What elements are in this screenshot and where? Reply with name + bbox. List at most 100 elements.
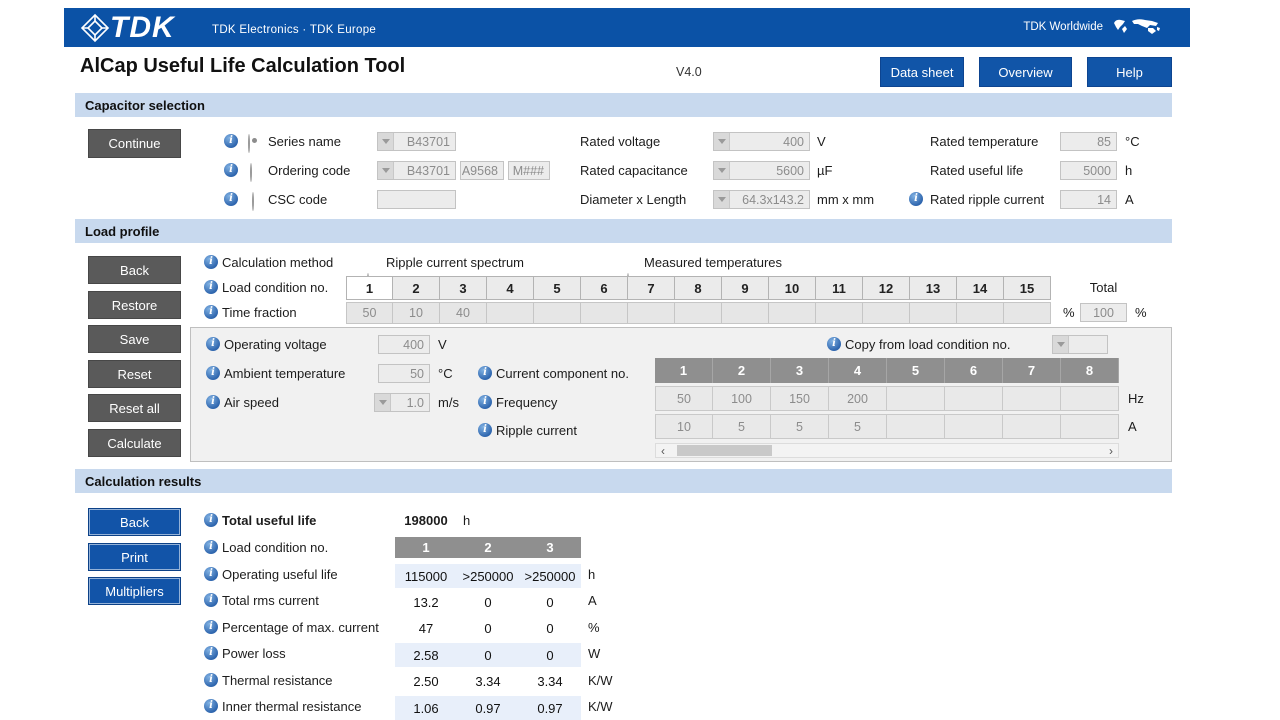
time-fraction-cell-13[interactable] xyxy=(910,302,957,324)
scroll-left-icon[interactable]: ‹ xyxy=(656,444,670,457)
ripple-current-cell-1[interactable]: 10 xyxy=(655,414,713,439)
load-condition-cell-10[interactable]: 10 xyxy=(769,276,816,300)
info-icon[interactable]: i xyxy=(224,163,238,177)
restore-button[interactable]: Restore xyxy=(88,291,181,319)
time-fraction-cell-3[interactable]: 40 xyxy=(440,302,487,324)
frequency-cell-1[interactable]: 50 xyxy=(655,386,713,411)
ripple-current-cell-3[interactable]: 5 xyxy=(771,414,829,439)
ripple-current-cell-4[interactable]: 5 xyxy=(829,414,887,439)
time-fraction-cell-14[interactable] xyxy=(957,302,1004,324)
save-button[interactable]: Save xyxy=(88,325,181,353)
multipliers-button[interactable]: Multipliers xyxy=(88,577,181,605)
scrollbar-track[interactable] xyxy=(670,444,1104,457)
info-icon[interactable]: i xyxy=(204,305,218,319)
info-icon[interactable]: i xyxy=(204,593,218,607)
load-condition-cell-1[interactable]: 1 xyxy=(346,276,393,300)
rated-ripple-current-field[interactable]: 14 xyxy=(1060,190,1117,209)
ripple-current-cell-7[interactable] xyxy=(1003,414,1061,439)
time-fraction-cell-1[interactable]: 50 xyxy=(346,302,393,324)
info-icon[interactable]: i xyxy=(204,620,218,634)
info-icon[interactable]: i xyxy=(206,337,220,351)
load-condition-cell-12[interactable]: 12 xyxy=(863,276,910,300)
load-condition-cell-13[interactable]: 13 xyxy=(910,276,957,300)
reset-all-button[interactable]: Reset all xyxy=(88,394,181,422)
frequency-cell-8[interactable] xyxy=(1061,386,1119,411)
info-icon[interactable]: i xyxy=(204,513,218,527)
info-icon[interactable]: i xyxy=(204,280,218,294)
series-name-radio[interactable] xyxy=(248,134,250,153)
ordering-code-field3[interactable]: M### xyxy=(508,161,550,180)
info-icon[interactable]: i xyxy=(204,646,218,660)
info-icon[interactable]: i xyxy=(204,567,218,581)
info-icon[interactable]: i xyxy=(204,673,218,687)
rated-temperature-field[interactable]: 85 xyxy=(1060,132,1117,151)
titlebar-button-overview[interactable]: Overview xyxy=(979,57,1072,87)
ripple-current-cell-2[interactable]: 5 xyxy=(713,414,771,439)
ordering-code-select[interactable]: B43701 xyxy=(377,161,456,180)
titlebar-button-data-sheet[interactable]: Data sheet xyxy=(880,57,964,87)
scroll-right-icon[interactable]: › xyxy=(1104,444,1118,457)
info-icon[interactable]: i xyxy=(224,192,238,206)
reset-button[interactable]: Reset xyxy=(88,360,181,388)
print-button[interactable]: Print xyxy=(88,543,181,571)
load-condition-cell-5[interactable]: 5 xyxy=(534,276,581,300)
rated-voltage-select[interactable]: 400 xyxy=(713,132,810,151)
info-icon[interactable]: i xyxy=(827,337,841,351)
calculate-button[interactable]: Calculate xyxy=(88,429,181,457)
time-fraction-cell-5[interactable] xyxy=(534,302,581,324)
load-condition-cell-8[interactable]: 8 xyxy=(675,276,722,300)
frequency-cell-4[interactable]: 200 xyxy=(829,386,887,411)
info-icon[interactable]: i xyxy=(204,699,218,713)
ordering-code-field2[interactable]: A9568 xyxy=(460,161,504,180)
ripple-current-cell-6[interactable] xyxy=(945,414,1003,439)
operating-voltage-field[interactable]: 400 xyxy=(378,335,430,354)
frequency-cell-6[interactable] xyxy=(945,386,1003,411)
frequency-cell-2[interactable]: 100 xyxy=(713,386,771,411)
info-icon[interactable]: i xyxy=(909,192,923,206)
load-condition-cell-15[interactable]: 15 xyxy=(1004,276,1051,300)
load-condition-cell-7[interactable]: 7 xyxy=(628,276,675,300)
series-name-select[interactable]: B43701 xyxy=(377,132,456,151)
continue-button[interactable]: Continue xyxy=(88,129,181,158)
load-condition-cell-2[interactable]: 2 xyxy=(393,276,440,300)
ambient-temperature-field[interactable]: 50 xyxy=(378,364,430,383)
time-fraction-cell-11[interactable] xyxy=(816,302,863,324)
ripple-current-cell-5[interactable] xyxy=(887,414,945,439)
time-fraction-cell-12[interactable] xyxy=(863,302,910,324)
info-icon[interactable]: i xyxy=(206,366,220,380)
info-icon[interactable]: i xyxy=(206,395,220,409)
back-button[interactable]: Back xyxy=(88,508,181,536)
info-icon[interactable]: i xyxy=(478,395,492,409)
time-fraction-cell-15[interactable] xyxy=(1004,302,1051,324)
rated-useful-life-field[interactable]: 5000 xyxy=(1060,161,1117,180)
load-condition-cell-3[interactable]: 3 xyxy=(440,276,487,300)
scrollbar-thumb[interactable] xyxy=(677,445,772,456)
load-condition-cell-6[interactable]: 6 xyxy=(581,276,628,300)
load-condition-cell-14[interactable]: 14 xyxy=(957,276,1004,300)
info-icon[interactable]: i xyxy=(204,540,218,554)
time-fraction-cell-4[interactable] xyxy=(487,302,534,324)
rated-capacitance-select[interactable]: 5600 xyxy=(713,161,810,180)
csc-code-radio[interactable] xyxy=(252,192,254,211)
horizontal-scrollbar[interactable]: ‹ › xyxy=(655,443,1119,458)
frequency-cell-5[interactable] xyxy=(887,386,945,411)
time-fraction-cell-9[interactable] xyxy=(722,302,769,324)
info-icon[interactable]: i xyxy=(478,423,492,437)
frequency-cell-7[interactable] xyxy=(1003,386,1061,411)
ordering-code-radio[interactable] xyxy=(250,163,252,182)
load-condition-cell-4[interactable]: 4 xyxy=(487,276,534,300)
time-fraction-cell-7[interactable] xyxy=(628,302,675,324)
info-icon[interactable]: i xyxy=(478,366,492,380)
time-fraction-cell-8[interactable] xyxy=(675,302,722,324)
ripple-current-cell-8[interactable] xyxy=(1061,414,1119,439)
info-icon[interactable]: i xyxy=(204,255,218,269)
air-speed-select[interactable]: 1.0 xyxy=(374,393,430,412)
diameter-length-select[interactable]: 64.3x143.2 xyxy=(713,190,810,209)
time-fraction-cell-2[interactable]: 10 xyxy=(393,302,440,324)
load-condition-cell-11[interactable]: 11 xyxy=(816,276,863,300)
load-condition-cell-9[interactable]: 9 xyxy=(722,276,769,300)
time-fraction-cell-6[interactable] xyxy=(581,302,628,324)
time-fraction-cell-10[interactable] xyxy=(769,302,816,324)
titlebar-button-help[interactable]: Help xyxy=(1087,57,1172,87)
info-icon[interactable]: i xyxy=(224,134,238,148)
